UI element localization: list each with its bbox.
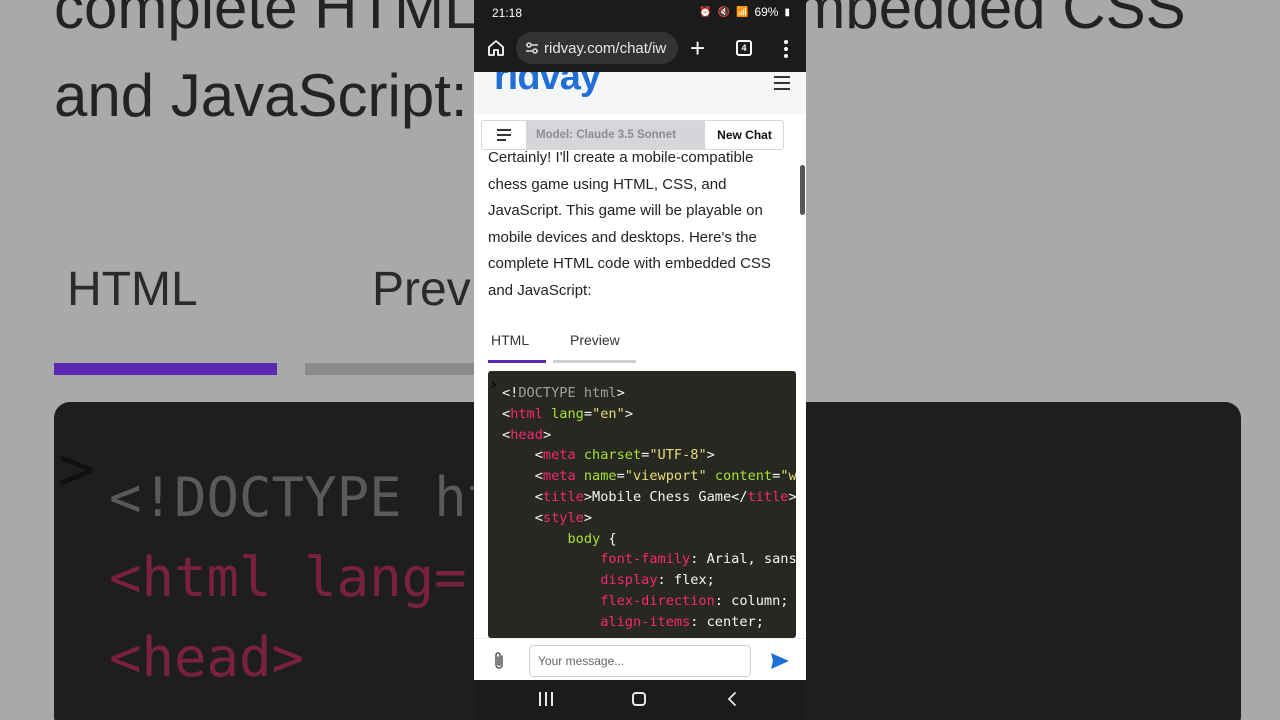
bg-chevron-icon: > bbox=[58, 432, 96, 505]
code-line: body { bbox=[567, 530, 617, 547]
url-text[interactable]: ridvay.com/chat/iw bbox=[544, 40, 666, 57]
code-block[interactable]: › <!DOCTYPE html> <html lang="en"> <head… bbox=[488, 371, 796, 638]
wifi-icon: 📶 bbox=[736, 6, 749, 18]
alarm-icon: ⏰ bbox=[699, 6, 712, 18]
browser-menu-icon[interactable] bbox=[776, 38, 796, 60]
send-icon[interactable] bbox=[770, 652, 790, 670]
message-composer bbox=[474, 638, 806, 680]
model-selector[interactable]: Model: Claude 3.5 Sonnet bbox=[526, 121, 705, 149]
new-chat-button[interactable]: New Chat bbox=[705, 121, 784, 149]
code-line: <head> bbox=[502, 426, 552, 443]
new-tab-icon[interactable]: + bbox=[690, 35, 705, 61]
code-line: font-family: Arial, sans bbox=[600, 551, 796, 568]
assistant-message: Certainly! I'll create a mobile-compatib… bbox=[488, 150, 771, 299]
phone-screen: 21:18 ⏰ 🔇 📶 69% ▮ ridvay.com/chat/iw + 4… bbox=[474, 0, 806, 720]
chat-toolbar: Model: Claude 3.5 Sonnet New Chat bbox=[481, 120, 784, 150]
collapse-chevron-icon[interactable]: › bbox=[488, 374, 499, 395]
nav-home-icon[interactable] bbox=[632, 692, 646, 706]
recent-apps-icon[interactable] bbox=[539, 692, 553, 706]
attach-icon[interactable] bbox=[491, 651, 509, 671]
message-input[interactable] bbox=[529, 645, 751, 677]
code-line: flex-direction: column; bbox=[600, 592, 789, 609]
bg-text-line-2: and JavaScript: bbox=[54, 62, 468, 129]
tab-preview[interactable]: Preview bbox=[570, 332, 620, 348]
code-line: display: flex; bbox=[600, 572, 715, 589]
bg-code-line-1: <!DOCTYPE ht bbox=[109, 466, 500, 529]
site-settings-icon[interactable] bbox=[524, 40, 540, 56]
code-line: <html lang="en"> bbox=[502, 405, 633, 422]
code-line: <title>Mobile Chess Game</title> bbox=[502, 488, 796, 505]
sidebar-toggle-icon[interactable] bbox=[482, 121, 526, 149]
back-icon[interactable] bbox=[726, 691, 738, 707]
tab-html-underline bbox=[488, 360, 546, 363]
page-scrollbar[interactable] bbox=[800, 165, 805, 215]
tab-preview-underline bbox=[553, 360, 636, 363]
bg-code-line-2: <html lang=" bbox=[109, 546, 500, 609]
site-logo[interactable]: ridvay bbox=[494, 72, 601, 99]
chat-area: Certainly! I'll create a mobile-compatib… bbox=[474, 150, 806, 638]
tab-switcher-button[interactable]: 4 bbox=[736, 40, 752, 56]
status-icons: ⏰ 🔇 📶 69% ▮ bbox=[699, 5, 790, 19]
battery-icon: ▮ bbox=[784, 6, 790, 18]
status-bar: 21:18 ⏰ 🔇 📶 69% ▮ bbox=[474, 0, 806, 26]
site-header: ridvay bbox=[474, 72, 806, 114]
status-time: 21:18 bbox=[492, 6, 523, 20]
tab-html[interactable]: HTML bbox=[491, 332, 529, 348]
battery-level: 69% bbox=[754, 5, 779, 19]
android-nav-bar bbox=[474, 680, 806, 720]
browser-toolbar: ridvay.com/chat/iw + 4 bbox=[474, 26, 806, 72]
hamburger-menu-icon[interactable] bbox=[774, 76, 790, 90]
code-tabs: HTML Preview bbox=[488, 332, 648, 366]
code-line: <style> bbox=[502, 509, 593, 526]
code-line: <meta name="viewport" content="w bbox=[502, 468, 796, 485]
code-line: <!DOCTYPE html> bbox=[502, 385, 625, 401]
address-bar[interactable]: ridvay.com/chat/iw bbox=[516, 32, 678, 64]
code-line: <meta charset="UTF-8"> bbox=[502, 447, 715, 464]
mute-icon: 🔇 bbox=[717, 6, 730, 18]
bg-tab-underline-active bbox=[54, 363, 277, 375]
bg-code-line-3: <head> bbox=[109, 626, 305, 689]
bg-tab-html: HTML bbox=[67, 263, 198, 316]
home-icon[interactable] bbox=[486, 38, 506, 58]
code-line: align-items: center; bbox=[600, 613, 764, 630]
code-content: <!DOCTYPE html> <html lang="en"> <head> … bbox=[502, 383, 796, 633]
